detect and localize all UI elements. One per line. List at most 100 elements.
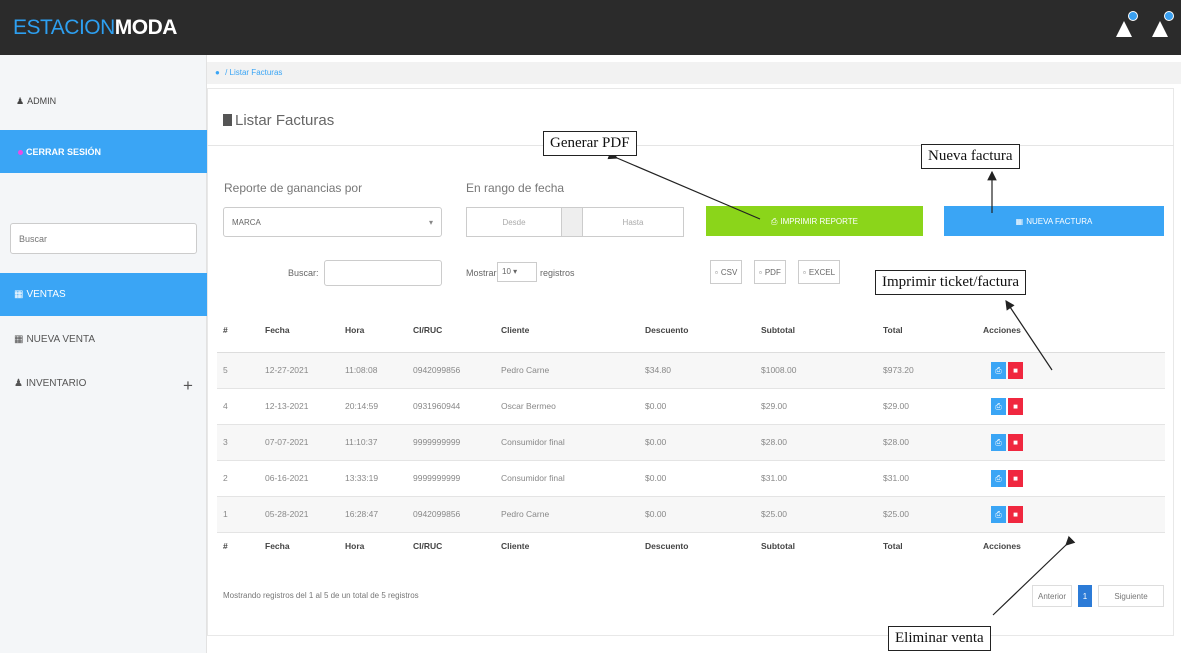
home-icon[interactable]: ●	[215, 68, 220, 77]
date-from-input[interactable]: Desde	[466, 207, 562, 237]
footer-header: Hora	[345, 541, 365, 552]
sidebar-item-nueva-venta[interactable]: ▦ NUEVA VENTA	[14, 334, 95, 345]
pagination-next[interactable]: Siguiente	[1098, 585, 1164, 607]
show-label: Mostrar	[466, 268, 497, 278]
print-ticket-button[interactable]: ⎙	[991, 361, 1006, 379]
new-invoice-button[interactable]: ▦ NUEVA FACTURA	[944, 206, 1164, 236]
cell: 12-13-2021	[259, 388, 339, 425]
cell: 2	[217, 460, 259, 497]
cell: 16:28:47	[339, 496, 407, 533]
sidebar-search-input[interactable]	[10, 223, 197, 254]
date-range-label: En rango de fecha	[466, 181, 565, 195]
footer-header: Acciones	[983, 541, 1021, 552]
column-header[interactable]: Acciones	[957, 308, 1165, 353]
cell: $29.00	[877, 388, 957, 425]
column-header[interactable]: Subtotal	[755, 308, 877, 353]
cell: $34.80	[639, 352, 755, 389]
cell: $0.00	[639, 460, 755, 497]
table-row: 2 06-16-2021 13:33:19 9999999999 Consumidor …	[217, 460, 1165, 497]
cell: $31.00	[877, 460, 957, 497]
print-ticket-button[interactable]: ⎙	[991, 469, 1006, 487]
sidebar-item-label: INVENTARIO	[25, 378, 87, 389]
export-csv-button[interactable]: ▫ CSV	[710, 260, 743, 284]
print-ticket-button[interactable]: ⎙	[991, 505, 1006, 523]
column-header[interactable]: Total	[877, 308, 957, 353]
print-ticket-button[interactable]: ⎙	[991, 433, 1006, 451]
print-report-label: IMPRIMIR REPORTE	[780, 217, 859, 226]
footer-header: CI/RUC	[413, 541, 443, 552]
cell: Consumidor final	[495, 460, 639, 497]
table-search-input[interactable]	[324, 260, 442, 286]
pagination-page[interactable]: 1	[1078, 585, 1092, 607]
cell: 9999999999	[407, 424, 495, 461]
cell: $28.00	[755, 424, 877, 461]
report-select-value: MARCA	[232, 218, 261, 227]
logout-label: CERRAR SESIÓN	[26, 147, 102, 157]
cell: Consumidor final	[495, 424, 639, 461]
bell-icon[interactable]	[1114, 11, 1138, 39]
invoices-table: # Fecha Hora CI/RUC Cliente Descuento Su…	[217, 308, 1165, 560]
table-row: 5 12-27-2021 11:08:08 0942099856 Pedro Carne…	[217, 352, 1165, 389]
page-length-select[interactable]: 10 ▾	[497, 262, 537, 282]
document-icon: ▦	[1015, 217, 1024, 226]
actions-cell: ⎙ ■	[957, 352, 1165, 389]
sidebar-item-inventario[interactable]: ♟ INVENTARIO	[14, 378, 86, 389]
column-header[interactable]: Descuento	[639, 308, 755, 353]
export-pdf-button[interactable]: ▫ PDF	[754, 260, 786, 284]
print-report-button[interactable]: ⎙ IMPRIMIR REPORTE	[706, 206, 923, 236]
logout-button[interactable]: CERRAR SESIÓN	[0, 130, 207, 173]
user-icon: ♟	[16, 96, 25, 106]
brand-logo[interactable]: ESTACIONMODA	[13, 16, 177, 40]
column-header[interactable]: Hora	[339, 308, 407, 353]
column-header[interactable]: #	[217, 308, 259, 353]
divider	[207, 145, 1174, 146]
print-ticket-button[interactable]: ⎙	[991, 397, 1006, 415]
table-search-label: Buscar:	[288, 268, 319, 278]
cell: 12-27-2021	[259, 352, 339, 389]
pagination-prev[interactable]: Anterior	[1032, 585, 1072, 607]
cell: Oscar Bermeo	[495, 388, 639, 425]
cell: $31.00	[755, 460, 877, 497]
table-row: 3 07-07-2021 11:10:37 9999999999 Consumidor …	[217, 424, 1165, 461]
sidebar-user[interactable]: ♟ ADMIN	[16, 96, 56, 107]
page-title-text: Listar Facturas	[235, 112, 335, 129]
actions-cell: ⎙ ■	[957, 460, 1165, 497]
footer-header: #	[223, 541, 228, 552]
cell: 20:14:59	[339, 388, 407, 425]
delete-sale-button[interactable]: ■	[1008, 397, 1023, 415]
column-header[interactable]: CI/RUC	[407, 308, 495, 353]
document-icon: ▦	[14, 289, 24, 300]
breadcrumb-current[interactable]: Listar Facturas	[230, 68, 283, 77]
column-header[interactable]: Cliente	[495, 308, 639, 353]
sidebar-item-ventas[interactable]: ▦ VENTAS	[0, 273, 207, 316]
cell: $973.20	[877, 352, 957, 389]
cell: $25.00	[877, 496, 957, 533]
date-to-input[interactable]: Hasta	[582, 207, 684, 237]
cell: $25.00	[755, 496, 877, 533]
page-title: Listar Facturas	[223, 112, 334, 129]
power-icon	[18, 150, 23, 155]
sidebar-item-label: NUEVA VENTA	[26, 334, 95, 345]
expand-icon[interactable]: +	[183, 376, 193, 396]
callout-nueva-factura: Nueva factura	[921, 144, 1020, 169]
export-excel-button[interactable]: ▫ EXCEL	[798, 260, 841, 284]
report-label: Reporte de ganancias por	[224, 181, 363, 195]
pdf-label: PDF	[764, 268, 781, 277]
delete-sale-button[interactable]: ■	[1008, 433, 1023, 451]
column-header[interactable]: Fecha	[259, 308, 339, 353]
cell: 13:33:19	[339, 460, 407, 497]
delete-sale-button[interactable]: ■	[1008, 505, 1023, 523]
cell: $1008.00	[755, 352, 877, 389]
cell: 4	[217, 388, 259, 425]
bell-icon[interactable]	[1150, 11, 1174, 39]
callout-generar-pdf: Generar PDF	[543, 131, 637, 156]
actions-cell: ⎙ ■	[957, 496, 1165, 533]
users-icon: ♟	[14, 378, 23, 389]
delete-sale-button[interactable]: ■	[1008, 469, 1023, 487]
excel-label: EXCEL	[808, 268, 836, 277]
cell: $0.00	[639, 388, 755, 425]
report-select[interactable]: MARCA ▾	[223, 207, 442, 237]
footer-header: Fecha	[265, 541, 290, 552]
delete-sale-button[interactable]: ■	[1008, 361, 1023, 379]
table-row: 1 05-28-2021 16:28:47 0942099856 Pedro Carne…	[217, 496, 1165, 533]
